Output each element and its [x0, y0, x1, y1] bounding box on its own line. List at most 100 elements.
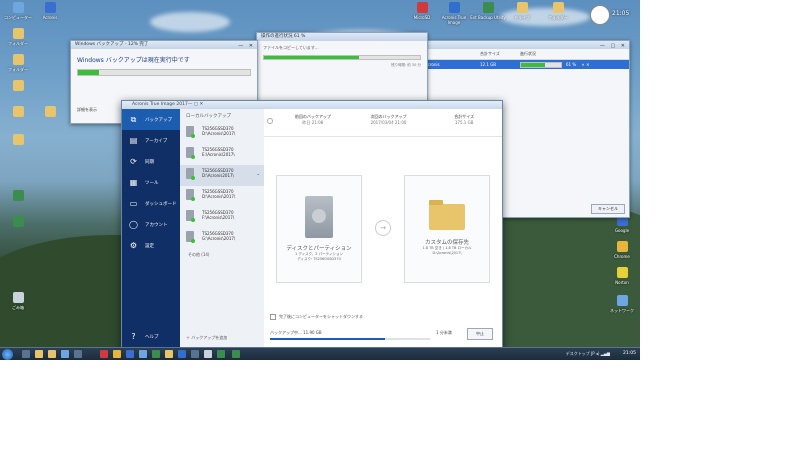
backup-stats: 前回のバックアップ 昨日 21:08 次回のバックアップ 2017/03/04 21… [264, 109, 502, 137]
nav-sync[interactable]: ⟳ 同期 [122, 151, 180, 172]
ime-indicator[interactable]: JP [591, 351, 595, 356]
backup-list-header: ローカルバックアップ [186, 114, 231, 119]
taskbar: デスクトップ JP ◂) ▂▄▆ 21:05 [0, 347, 640, 360]
desktop-icon[interactable] [0, 216, 36, 229]
copy-icon: ⧉ [130, 115, 137, 124]
acronis-window[interactable]: Acronis True Image 2017— ▢ ✕ ⧉ バックアップ ▤ アー… [121, 100, 503, 350]
radio-icon[interactable] [267, 118, 273, 124]
shutdown-checkbox[interactable]: 完了後にコンピューターをシャットダウンする [270, 314, 363, 320]
taskbar-app-icon[interactable] [113, 350, 121, 358]
desktop-icon[interactable] [32, 106, 68, 119]
start-button[interactable] [2, 349, 13, 360]
desktop-icon[interactable]: フォルダー [0, 28, 36, 46]
checkbox-icon [270, 314, 276, 320]
taskbar-app-icon[interactable] [22, 350, 30, 358]
close-icon[interactable]: ✕ [586, 62, 589, 67]
nav-settings[interactable]: ⚙ 設定 [122, 235, 180, 256]
tray-desktop-label[interactable]: デスクトップ [566, 351, 590, 356]
nav-account[interactable]: ◯ アカウント [122, 214, 180, 235]
desktop-icon[interactable] [0, 80, 36, 93]
desktop-icon[interactable]: ネットワーク [604, 295, 640, 313]
backup-list-item-selected[interactable]: TS256GSSD370 D:\Acronis2017\ ⌄ [180, 165, 264, 186]
taskbar-app-icon[interactable] [100, 350, 108, 358]
copy-progress-fill [264, 56, 360, 59]
taskbar-app-icon[interactable] [48, 350, 56, 358]
taskbar-app-icon[interactable] [126, 350, 134, 358]
volume-icon[interactable]: ◂) [596, 351, 600, 356]
window-controls[interactable]: — ▢ ✕ [188, 102, 203, 107]
stat-value: 175.1 GB [454, 120, 474, 125]
nav-backup[interactable]: ⧉ バックアップ [122, 109, 180, 130]
backup-path: F:\Acronis\2017\ [202, 215, 235, 220]
windows-backup-details-link[interactable]: 詳細を表示 [77, 107, 97, 113]
desktop-icon[interactable] [0, 134, 36, 147]
taskbar-app-icon[interactable] [191, 350, 199, 358]
taskbar-app-icon[interactable] [217, 350, 225, 358]
backup-list-item[interactable]: TS256GSSD370 D:\Acronis\2017\ [180, 123, 264, 144]
backup-list-item[interactable]: TS256GSSD370 G:\Acronis\2017\ [180, 228, 264, 249]
taskbar-app-icon[interactable] [35, 350, 43, 358]
backup-name: TS256GSSD370 [202, 126, 234, 131]
folder-icon [12, 28, 24, 39]
app-icon [12, 216, 24, 227]
col-progress-header: 進行状況 [520, 51, 536, 56]
hard-disk-icon [305, 196, 333, 238]
list-cancel-button[interactable]: キャンセル [591, 204, 625, 214]
taskbar-app-icon[interactable] [74, 350, 82, 358]
desktop-icon[interactable]: ドライブ [504, 2, 540, 20]
desktop-icon[interactable] [0, 190, 36, 203]
acronis-titlebar[interactable]: Acronis True Image 2017— ▢ ✕ [122, 101, 502, 109]
backup-destination-card[interactable]: カスタムの保存先 1.8 TB 空き / 1.8 TB ローカル D:\Acro… [404, 175, 490, 283]
account-icon: ◯ [129, 220, 138, 229]
backup-list-item[interactable]: TS256GSSD370 E:\Acronis\2017\ [180, 144, 264, 165]
status-ok-icon [191, 197, 195, 201]
windows-backup-titlebar[interactable]: Windows バックアップ - 12% 完了 — ✕ [71, 41, 257, 49]
backup-list-item[interactable]: TS256GSSD370 F:\Acronis\2017\ [180, 207, 264, 228]
transfer-list-titlebar[interactable]: — ▢ ✕ [421, 41, 629, 49]
more-backups-toggle[interactable]: その他 (14) [180, 249, 264, 261]
desktop-icon[interactable]: Ext Backup Utility [470, 2, 506, 20]
taskbar-app-icon[interactable] [152, 350, 160, 358]
desktop-icon[interactable]: Acronis [32, 2, 68, 20]
backup-source-card[interactable]: ディスクとパーティション 1 ディスク、2 パーティション ディスク: TS25… [276, 175, 362, 283]
nav-archive[interactable]: ▤ アーカイブ [122, 130, 180, 151]
desktop-icon[interactable]: Norton [604, 267, 640, 285]
acronis-title: Acronis True Image 2017 [132, 102, 188, 107]
desktop-icon[interactable] [0, 106, 36, 119]
transfer-row[interactable]: Acronis 12.1 GB 61 % ⏸ ✕ [421, 60, 629, 69]
desktop-icon[interactable]: Chrome [604, 241, 640, 259]
copy-progress-titlebar[interactable]: 操作の進行状況 61 % [257, 33, 427, 41]
pause-icon[interactable]: ⏸ [582, 62, 584, 67]
desktop-icon[interactable]: Acronis True Image [436, 2, 472, 25]
taskbar-app-icon[interactable] [139, 350, 147, 358]
chevron-down-icon[interactable]: ⌄ [257, 171, 260, 176]
backup-path: G:\Acronis\2017\ [202, 236, 236, 241]
desktop-icon[interactable]: ごみ箱 [0, 292, 36, 310]
desktop-icon[interactable]: コンピューター [0, 2, 36, 20]
nav-dashboard[interactable]: ▭ ダッシュボード [122, 193, 180, 214]
add-backup-button[interactable]: ＋ バックアップを追加 [186, 335, 227, 341]
network-icon [616, 295, 628, 306]
arrow-right-icon: → [375, 220, 391, 236]
taskbar-app-icon[interactable] [61, 350, 69, 358]
taskbar-app-icon[interactable] [204, 350, 212, 358]
add-backup-label: バックアップを追加 [191, 335, 228, 340]
backup-name: TS256GSSD370 [202, 147, 234, 152]
taskbar-clock[interactable]: 21:05 [623, 351, 636, 356]
window-controls[interactable]: — ✕ [238, 42, 255, 50]
nav-tools[interactable]: ▦ ツール [122, 172, 180, 193]
stat-value: 2017/03/04 21:00 [370, 120, 407, 125]
tools-icon: ▦ [129, 178, 138, 187]
desktop-icon[interactable]: フォルダー [0, 54, 36, 72]
desktop-icon[interactable]: MicroSD [404, 2, 440, 20]
cancel-backup-button[interactable]: 中止 [467, 328, 493, 340]
window-controls[interactable]: — ▢ ✕ [600, 42, 627, 50]
backup-list-item[interactable]: TS256GSSD370 D:\Acronis\2017\ [180, 186, 264, 207]
taskbar-app-icon[interactable] [178, 350, 186, 358]
taskbar-app-icon[interactable] [232, 350, 240, 358]
backup-status-text: バックアップ中... 11.90 GB [270, 330, 322, 335]
network-icon[interactable]: ▂▄▆ [601, 351, 610, 356]
taskbar-app-icon[interactable] [165, 350, 173, 358]
desktop-icon[interactable]: フォルダー [540, 2, 576, 20]
nav-help[interactable]: ? ヘルプ [122, 326, 180, 347]
